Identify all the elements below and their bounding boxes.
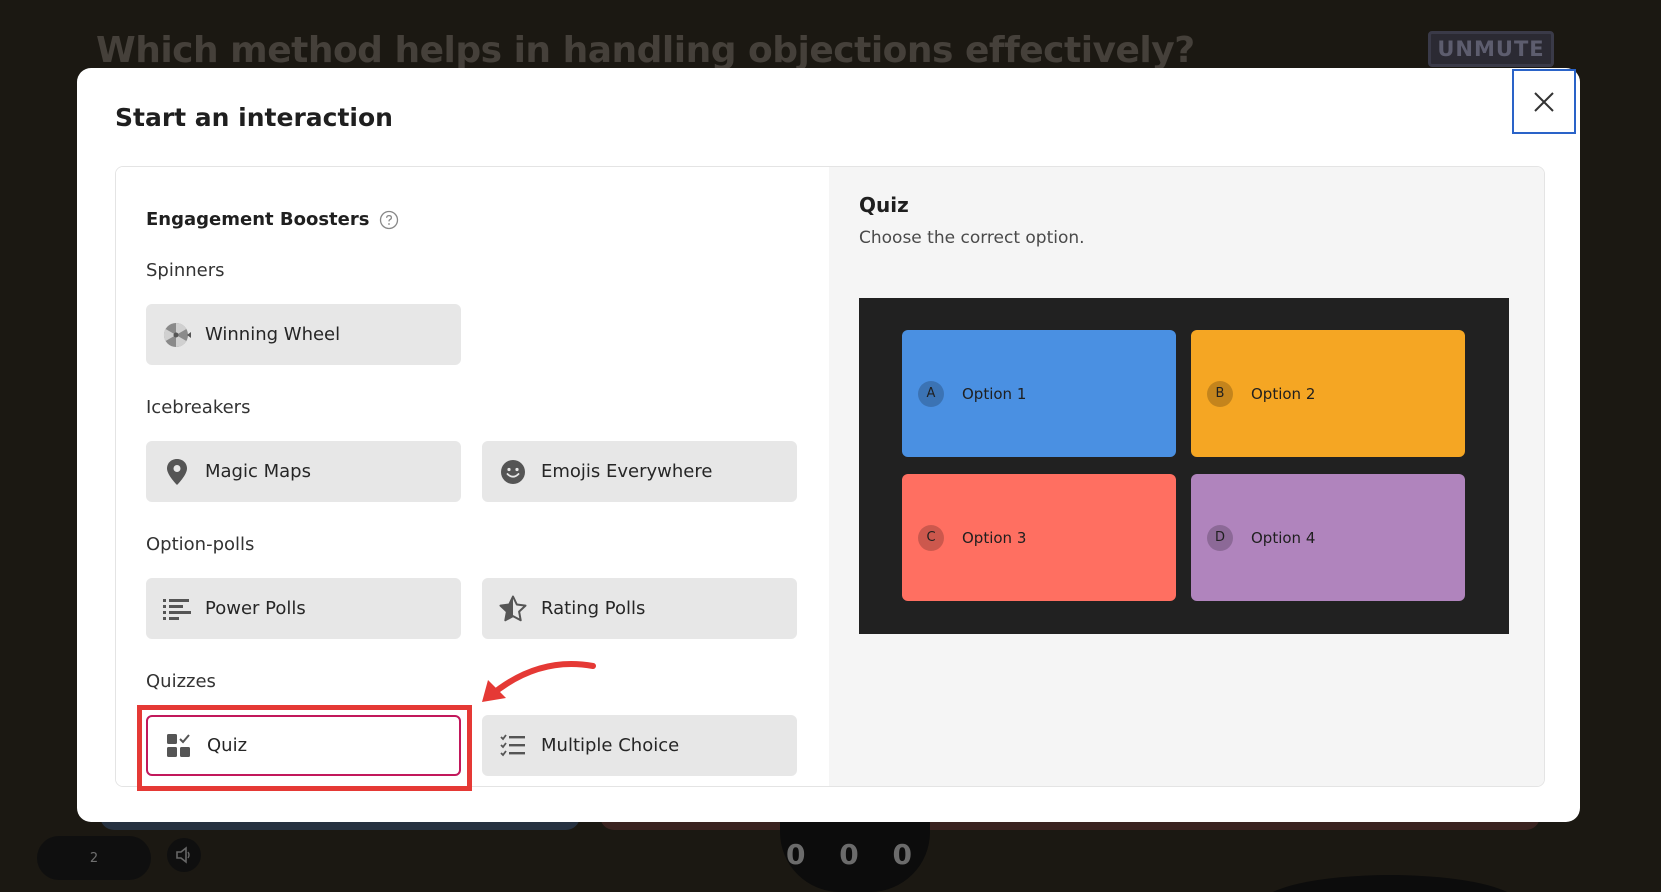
option-label: Option 3 bbox=[962, 528, 1027, 547]
background-score: 0 0 0 bbox=[786, 838, 924, 871]
interaction-list: Engagement Boosters Spinners Winning Whe… bbox=[116, 167, 829, 786]
option-letter-badge: B bbox=[1207, 380, 1233, 407]
quiz-icon bbox=[165, 732, 193, 760]
poll-bars-icon bbox=[163, 595, 191, 623]
option-letter-badge: D bbox=[1207, 524, 1233, 551]
close-icon bbox=[1534, 91, 1554, 112]
tile-emojis-everywhere[interactable]: Emojis Everywhere bbox=[482, 441, 797, 502]
modal-title: Start an interaction bbox=[115, 103, 393, 132]
stage: Which method helps in handling objection… bbox=[0, 0, 1661, 892]
preview-option-card: A Option 1 bbox=[902, 330, 1176, 457]
section-heading: Engagement Boosters bbox=[146, 209, 399, 230]
interaction-panel: Engagement Boosters Spinners Winning Whe… bbox=[115, 166, 1545, 787]
participant-counter[interactable]: 2 bbox=[37, 836, 151, 880]
start-interaction-modal: Start an interaction Engagement Boosters… bbox=[77, 68, 1580, 822]
option-label: Option 4 bbox=[1251, 528, 1316, 547]
background-question-title: Which method helps in handling objection… bbox=[96, 30, 1195, 71]
option-letter-badge: C bbox=[918, 524, 944, 551]
emoji-icon bbox=[499, 458, 527, 486]
group-label-icebreakers: Icebreakers bbox=[146, 397, 251, 418]
wheel-icon bbox=[163, 321, 191, 349]
star-icon bbox=[499, 595, 527, 623]
tile-multiple-choice[interactable]: Multiple Choice bbox=[482, 715, 797, 776]
checklist-icon bbox=[499, 732, 527, 760]
preview-description: Choose the correct option. bbox=[859, 228, 1085, 248]
tile-quiz[interactable]: Quiz bbox=[146, 715, 461, 776]
tile-magic-maps[interactable]: Magic Maps bbox=[146, 441, 461, 502]
tile-label: Power Polls bbox=[205, 598, 306, 619]
option-label: Option 2 bbox=[1251, 384, 1316, 403]
preview-pane: Quiz Choose the correct option. A Option… bbox=[829, 167, 1544, 786]
tile-label: Magic Maps bbox=[205, 461, 311, 482]
group-label-option-polls: Option-polls bbox=[146, 534, 255, 555]
speaker-icon bbox=[176, 846, 190, 864]
tile-winning-wheel[interactable]: Winning Wheel bbox=[146, 304, 461, 365]
option-letter-badge: A bbox=[918, 380, 944, 407]
tile-label: Rating Polls bbox=[541, 598, 646, 619]
background-logo: UNMUTE bbox=[1428, 31, 1554, 67]
tile-label: Multiple Choice bbox=[541, 735, 680, 756]
map-pin-icon bbox=[163, 458, 191, 486]
engagement-boosters-heading: Engagement Boosters bbox=[146, 209, 370, 230]
preview-title: Quiz bbox=[859, 193, 909, 217]
tile-label: Quiz bbox=[207, 735, 248, 756]
preview-option-card: C Option 3 bbox=[902, 474, 1176, 601]
tile-rating-polls[interactable]: Rating Polls bbox=[482, 578, 797, 639]
help-icon[interactable] bbox=[379, 210, 399, 230]
option-label: Option 1 bbox=[962, 384, 1027, 403]
tile-label: Winning Wheel bbox=[205, 324, 341, 345]
quiz-preview-board: A Option 1 B Option 2 C Option 3 D Optio… bbox=[859, 298, 1509, 634]
participant-count: 2 bbox=[89, 850, 99, 866]
close-button[interactable] bbox=[1512, 69, 1576, 134]
background-decoration bbox=[1260, 875, 1520, 892]
preview-option-card: D Option 4 bbox=[1191, 474, 1465, 601]
group-label-spinners: Spinners bbox=[146, 260, 225, 281]
tile-power-polls[interactable]: Power Polls bbox=[146, 578, 461, 639]
group-label-quizzes: Quizzes bbox=[146, 671, 216, 692]
preview-option-card: B Option 2 bbox=[1191, 330, 1465, 457]
tile-label: Emojis Everywhere bbox=[541, 461, 713, 482]
speaker-button[interactable] bbox=[167, 838, 201, 872]
